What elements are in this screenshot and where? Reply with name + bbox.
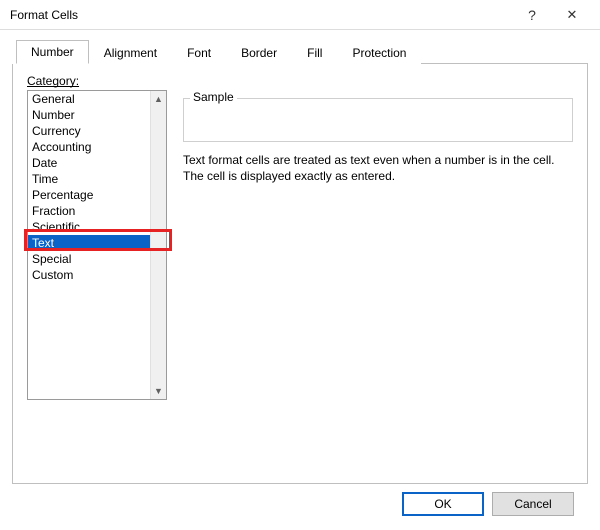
- list-item[interactable]: Accounting: [28, 139, 150, 155]
- tab-number[interactable]: Number: [16, 40, 89, 64]
- list-item[interactable]: Special: [28, 251, 150, 267]
- help-button[interactable]: ?: [512, 1, 552, 29]
- titlebar: Format Cells ? ✕: [0, 0, 600, 30]
- ok-button[interactable]: OK: [402, 492, 484, 516]
- tab-alignment[interactable]: Alignment: [89, 41, 172, 64]
- list-item[interactable]: General: [28, 91, 150, 107]
- list-item[interactable]: Fraction: [28, 203, 150, 219]
- window-title: Format Cells: [10, 8, 512, 22]
- tab-protection[interactable]: Protection: [337, 41, 421, 64]
- list-item[interactable]: Scientific: [28, 219, 150, 235]
- tab-border[interactable]: Border: [226, 41, 292, 64]
- tab-font[interactable]: Font: [172, 41, 226, 64]
- listbox-scrollbar[interactable]: ▲ ▼: [150, 91, 166, 399]
- list-item[interactable]: Number: [28, 107, 150, 123]
- sample-label: Sample: [190, 90, 237, 104]
- tab-fill[interactable]: Fill: [292, 41, 337, 64]
- dialog-body: Number Alignment Font Border Fill Protec…: [0, 30, 600, 516]
- list-item-selected[interactable]: Text: [28, 235, 150, 251]
- category-listbox[interactable]: General Number Currency Accounting Date …: [27, 90, 167, 400]
- cancel-button[interactable]: Cancel: [492, 492, 574, 516]
- list-item[interactable]: Date: [28, 155, 150, 171]
- right-pane: Sample Text format cells are treated as …: [183, 90, 573, 400]
- category-listbox-inner: General Number Currency Accounting Date …: [28, 91, 166, 399]
- scroll-up-icon[interactable]: ▲: [151, 91, 166, 107]
- dialog-button-row: OK Cancel: [12, 484, 588, 516]
- list-item[interactable]: Currency: [28, 123, 150, 139]
- content-row: General Number Currency Accounting Date …: [27, 90, 573, 400]
- list-item[interactable]: Custom: [28, 267, 150, 283]
- format-description: Text format cells are treated as text ev…: [183, 152, 573, 184]
- list-item[interactable]: Time: [28, 171, 150, 187]
- tab-panel-number: Category: General Number Currency Accoun…: [12, 64, 588, 484]
- category-label: Category:: [27, 74, 79, 88]
- list-item[interactable]: Percentage: [28, 187, 150, 203]
- tab-strip: Number Alignment Font Border Fill Protec…: [16, 38, 588, 64]
- sample-group: Sample: [183, 98, 573, 142]
- scroll-down-icon[interactable]: ▼: [151, 383, 166, 399]
- close-button[interactable]: ✕: [552, 1, 592, 29]
